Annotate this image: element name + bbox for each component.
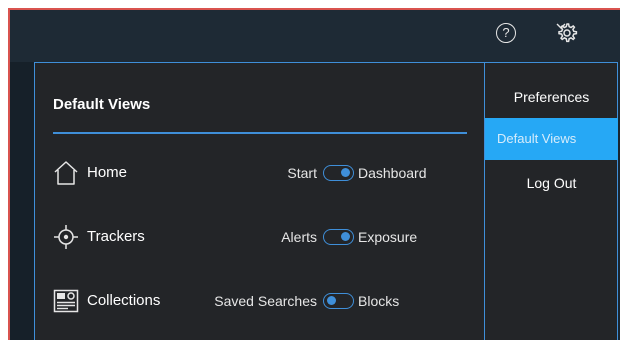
- settings-menu-button[interactable]: [556, 21, 600, 47]
- top-bar: ?: [10, 10, 620, 62]
- menu-item-preferences[interactable]: Preferences: [485, 76, 618, 118]
- app-window: ? Default Views Home Start Dashboard Tra…: [8, 8, 620, 340]
- collections-icon: [53, 289, 79, 313]
- collections-view-toggle[interactable]: [323, 293, 354, 309]
- row-home: Home Start Dashboard: [53, 158, 473, 188]
- background-content: [10, 62, 34, 340]
- toggle-knob: [341, 232, 350, 241]
- option-left: Start: [287, 165, 317, 181]
- toggle-knob: [327, 296, 336, 305]
- title-divider: [53, 132, 467, 134]
- row-label: Home: [87, 164, 128, 181]
- help-icon[interactable]: ?: [496, 23, 516, 43]
- option-right: Dashboard: [358, 165, 427, 181]
- option-right: Exposure: [358, 229, 418, 245]
- default-views-settings: Default Views Home Start Dashboard Track…: [35, 63, 485, 340]
- menu-item-default-views[interactable]: Default Views: [485, 118, 618, 160]
- chevron-down-icon: [556, 23, 566, 29]
- row-label: Trackers: [87, 228, 145, 245]
- option-right: Blocks: [358, 293, 400, 309]
- menu-item-log-out[interactable]: Log Out: [485, 162, 618, 204]
- row-trackers: Trackers Alerts Exposure: [53, 222, 473, 252]
- default-views-panel: Default Views Home Start Dashboard Track…: [34, 62, 618, 340]
- option-left: Alerts: [281, 229, 317, 245]
- home-icon: [54, 161, 78, 185]
- row-collections: Collections Saved Searches Blocks: [53, 286, 473, 316]
- row-label: Collections: [87, 292, 161, 309]
- option-left: Saved Searches: [214, 293, 317, 309]
- trackers-view-toggle[interactable]: [323, 229, 354, 245]
- toggle-knob: [341, 168, 350, 177]
- panel-title: Default Views: [53, 96, 151, 113]
- crosshair-icon: [54, 225, 78, 249]
- settings-side-menu: Preferences Default Views Log Out: [484, 62, 618, 340]
- home-view-toggle[interactable]: [323, 165, 354, 181]
